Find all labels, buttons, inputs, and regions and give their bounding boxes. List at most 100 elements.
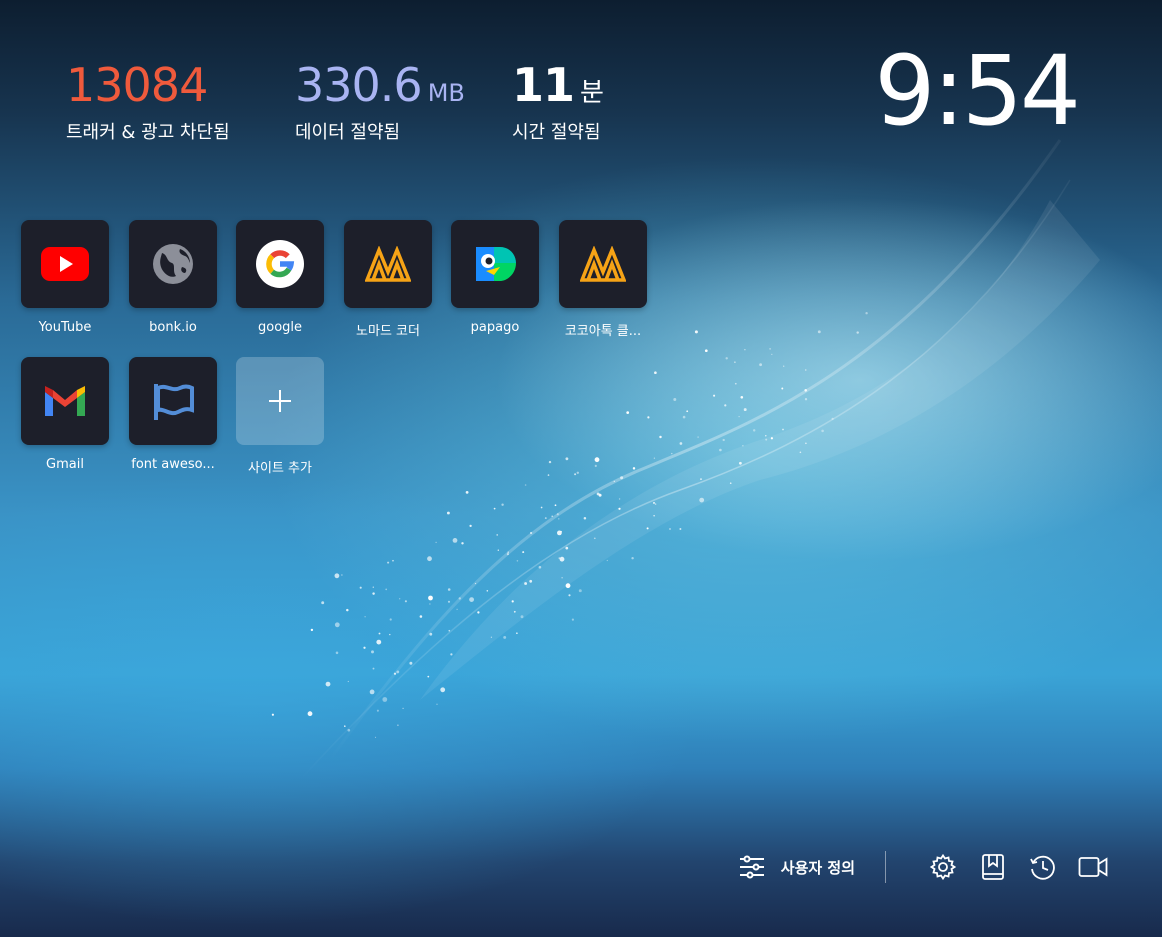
star-particle [594,457,600,463]
tile-box[interactable] [559,220,647,308]
video-button[interactable] [1078,852,1108,882]
settings-button[interactable] [928,852,958,882]
add-site-button[interactable] [236,357,324,445]
star-particle [456,608,458,610]
top-site-gmail[interactable]: Gmail [21,357,109,472]
star-particle [565,546,569,550]
star-particle [325,681,331,687]
tile-box[interactable] [21,357,109,445]
star-particle [671,452,673,455]
tile-box[interactable] [129,357,217,445]
star-particle [447,600,451,603]
star-particle [704,349,708,353]
star-particle [765,438,768,441]
plus-icon [269,390,291,412]
star-particle [699,497,705,503]
time-saved-stat: 11 분 시간 절약됨 [512,58,604,144]
star-particle [385,588,388,591]
top-site-youtube[interactable]: YouTube [21,220,109,335]
trackers-count: 13084 [66,58,208,112]
star-particle [725,357,728,360]
star-particle [654,371,657,375]
star-particle [831,417,834,420]
star-particle [804,389,807,392]
star-particle [524,484,527,486]
star-particle [376,709,379,712]
globe-icon [153,244,193,284]
star-particle [538,565,542,569]
star-particle [347,728,351,732]
star-particle [435,541,437,544]
footer-divider [885,851,886,883]
data-saved-unit: MB [427,79,465,107]
star-particle [738,415,740,418]
tile-label: papago [470,320,520,335]
star-particle [447,588,451,591]
star-particle [856,331,859,334]
papago-icon [476,247,516,281]
footer-toolbar: 사용자 정의 [739,851,1108,883]
star-particle [446,511,450,515]
star-particle [554,504,557,507]
top-site-google[interactable]: google [236,220,324,335]
star-particle [598,493,602,497]
font-awesome-flag-icon [154,384,194,420]
add-site-tile[interactable]: 사이트 추가 [236,357,324,476]
star-particle [679,442,683,445]
tile-box[interactable] [451,220,539,308]
youtube-icon [41,247,89,281]
star-particle [511,600,514,603]
clock: 9:54 [874,35,1081,147]
tile-box[interactable] [129,220,217,308]
star-particle [372,592,375,595]
customize-button[interactable]: 사용자 정의 [739,855,885,879]
tile-box[interactable] [236,220,324,308]
star-particle [427,556,432,562]
star-particle [427,675,430,678]
star-particle [694,330,698,334]
tile-box[interactable] [344,220,432,308]
star-particle [571,618,574,621]
time-saved-unit: 분 [580,78,604,108]
star-particle [770,437,774,440]
star-particle [493,507,496,510]
top-site-kokoa-talk[interactable]: 코코아톡 클... [559,220,647,339]
star-particle [653,515,655,517]
star-particle [722,438,725,442]
star-particle [402,707,404,710]
star-particle [346,608,349,612]
tile-label: font aweso... [131,457,215,472]
star-particle [673,398,677,401]
tile-label: bonk.io [149,320,197,335]
star-particle [613,480,615,483]
star-particle [376,639,382,645]
star-particle [359,586,362,589]
top-site-bonk[interactable]: bonk.io [129,220,217,335]
star-particle [429,632,433,636]
star-particle [547,474,550,476]
star-particle [558,557,561,559]
tile-label: Gmail [46,457,84,472]
history-button[interactable] [1028,852,1058,882]
top-site-papago[interactable]: papago [451,220,539,335]
star-particle [448,629,451,632]
star-particle [729,482,732,485]
star-particle [378,632,381,635]
star-particle [374,736,377,739]
top-site-font-awesome[interactable]: font aweso... [129,357,217,472]
star-particle [399,598,401,600]
star-particle [524,582,528,585]
star-particle [697,436,699,438]
data-saved-label: 데이터 절약됨 [295,122,401,143]
tile-label: 사이트 추가 [248,461,312,476]
star-particle [429,603,431,605]
star-particle [594,464,597,468]
star-particle [583,517,587,520]
bookmarks-button[interactable] [978,852,1008,882]
top-site-nomad-coder[interactable]: 노마드 코더 [344,220,432,339]
star-particle [626,411,630,414]
star-particle [724,404,727,407]
tile-box[interactable] [21,220,109,308]
star-particle [428,595,433,601]
sliders-icon [739,855,764,879]
